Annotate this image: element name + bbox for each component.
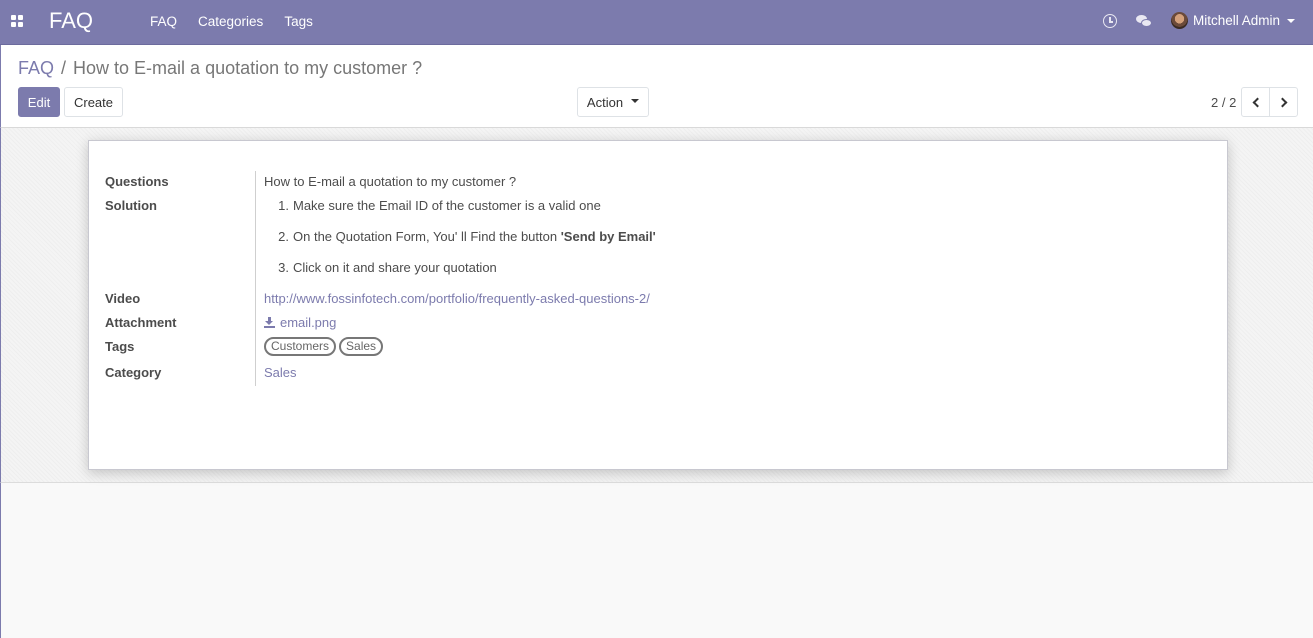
attachment-label: Attachment xyxy=(105,315,177,330)
label-divider xyxy=(255,171,256,386)
download-icon xyxy=(264,317,275,328)
chevron-down-icon xyxy=(631,99,640,103)
attachment-filename: email.png xyxy=(280,315,337,330)
pager-previous-button[interactable] xyxy=(1241,87,1270,117)
tag-badge[interactable]: Customers xyxy=(264,337,337,356)
solution-text: Click on it and share your quotation xyxy=(293,260,497,275)
category-link[interactable]: Sales xyxy=(264,365,297,380)
video-link[interactable]: http://www.fossinfotech.com/portfolio/fr… xyxy=(264,291,650,306)
activity-clock-icon[interactable] xyxy=(1103,14,1117,28)
video-label: Video xyxy=(105,291,141,306)
list-number: 2. xyxy=(278,229,289,244)
action-dropdown-button[interactable]: Action xyxy=(577,87,649,117)
category-label: Category xyxy=(105,365,162,380)
control-panel: FAQ / How to E-mail a quotation to my cu… xyxy=(0,45,1313,128)
page-title: How to E-mail a quotation to my customer… xyxy=(73,58,423,78)
attachment-link[interactable]: email.png xyxy=(264,315,336,330)
user-name: Mitchell Admin xyxy=(1192,13,1280,28)
pager-value[interactable]: 2 / 2 xyxy=(1211,95,1236,110)
top-navbar: FAQ FAQ Categories Tags Mitchell Admin xyxy=(0,0,1313,45)
avatar xyxy=(1170,12,1188,29)
questions-value: How to E-mail a quotation to my customer… xyxy=(264,174,517,189)
chevron-left-icon xyxy=(1252,97,1262,107)
solution-item: 3. Click on it and share your quotation xyxy=(264,260,497,275)
chevron-right-icon xyxy=(1277,97,1287,107)
breadcrumb-faq-link[interactable]: FAQ xyxy=(18,58,54,79)
user-menu[interactable]: Mitchell Admin xyxy=(1170,12,1295,29)
apps-menu-icon[interactable] xyxy=(11,15,24,28)
form-sheet: Questions How to E-mail a quotation to m… xyxy=(88,140,1228,470)
menu-item-categories[interactable]: Categories xyxy=(198,14,263,29)
solution-text: Make sure the Email ID of the customer i… xyxy=(293,198,601,213)
solution-text: On the Quotation Form, You' ll Find the … xyxy=(293,229,561,244)
edit-button[interactable]: Edit xyxy=(18,87,60,117)
chevron-down-icon xyxy=(1287,18,1295,23)
tags-field: Customers Sales xyxy=(264,337,384,356)
page-background xyxy=(0,483,1313,638)
tags-label: Tags xyxy=(105,339,135,354)
tag-badge[interactable]: Sales xyxy=(339,337,384,356)
list-number: 1. xyxy=(278,198,289,213)
solution-item: 1. Make sure the Email ID of the customer… xyxy=(264,198,601,213)
breadcrumb-separator: / xyxy=(61,58,67,78)
solution-bold-text: 'Send by Email' xyxy=(560,229,656,244)
app-brand[interactable]: FAQ xyxy=(49,8,93,34)
pager-next-button[interactable] xyxy=(1269,87,1298,117)
main-menu: FAQ Categories Tags xyxy=(150,14,334,29)
action-label: Action xyxy=(586,94,624,110)
solution-item: 2. On the Quotation Form, You' ll Find th… xyxy=(264,229,656,244)
questions-label: Questions xyxy=(105,174,169,189)
list-number: 3. xyxy=(278,260,289,275)
solution-label: Solution xyxy=(105,198,157,213)
menu-item-tags[interactable]: Tags xyxy=(284,14,313,29)
breadcrumb: FAQ / How to E-mail a quotation to my cu… xyxy=(18,58,422,79)
menu-item-faq[interactable]: FAQ xyxy=(150,14,177,29)
messaging-chat-icon[interactable] xyxy=(1136,15,1152,28)
create-button[interactable]: Create xyxy=(64,87,123,117)
